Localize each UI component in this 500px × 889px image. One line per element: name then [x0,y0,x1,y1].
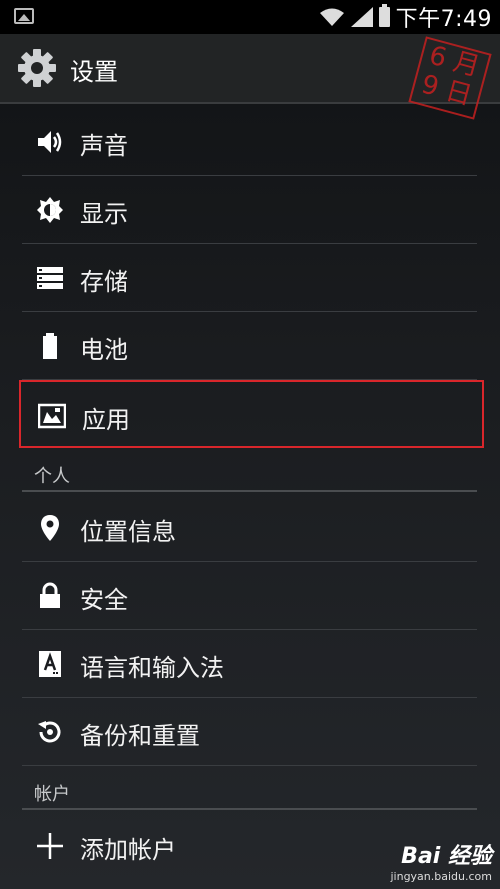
settings-item-label: 电池 [80,336,128,364]
apps-icon [38,403,66,429]
section-title: 个人 [34,466,70,487]
lock-icon [40,582,60,608]
watermark-brand: Bai 经验 [401,844,492,869]
battery-status-icon [378,4,390,27]
settings-item-language-input[interactable]: 语言和输入法 [22,630,477,698]
backup-icon [38,721,61,743]
watermark-url: jingyan.baidu.com [390,870,492,883]
settings-item-security[interactable]: 安全 [22,562,477,630]
settings-item-location[interactable]: 位置信息 [22,494,477,562]
storage-icon [37,267,63,289]
battery-icon [43,333,57,359]
gallery-notification-icon [14,8,34,24]
baidu-jingyan-watermark: Bai 经验 jingyan.baidu.com [390,838,492,883]
location-icon [41,515,59,541]
settings-item-storage[interactable]: 存储 [22,244,477,312]
settings-item-battery[interactable]: 电池 [22,312,477,380]
status-bar: 下午7:49 [0,0,500,34]
language-icon [39,651,61,677]
settings-item-label: 备份和重置 [80,722,200,750]
settings-item-label: 存储 [80,268,128,296]
settings-item-label: 应用 [82,406,130,434]
section-title: 帐户 [34,784,70,805]
settings-item-label: 位置信息 [80,518,176,546]
settings-item-label: 显示 [80,200,128,228]
settings-item-apps[interactable]: 应用 [19,380,484,448]
volume-icon [38,131,62,153]
wifi-icon [319,8,344,26]
settings-item-sound[interactable]: 声音 [22,108,477,176]
action-bar: 设置 6 月9 日 [0,34,500,120]
status-icons: 下午7:49 [319,0,492,34]
signal-icon [350,7,373,27]
brightness-icon [37,197,63,223]
settings-item-label: 添加帐户 [80,836,176,864]
clock: 下午7:49 [395,7,492,32]
section-header-personal: 个人 [22,458,477,492]
section-header-accounts: 帐户 [22,776,477,810]
settings-item-label: 安全 [80,586,128,614]
settings-item-label: 声音 [80,132,128,160]
page-title: 设置 [70,58,118,86]
settings-gear-icon[interactable] [16,47,58,89]
settings-item-display[interactable]: 显示 [22,176,477,244]
settings-item-label: 语言和输入法 [80,654,224,682]
add-icon [37,833,63,859]
settings-item-backup-reset[interactable]: 备份和重置 [22,698,477,766]
